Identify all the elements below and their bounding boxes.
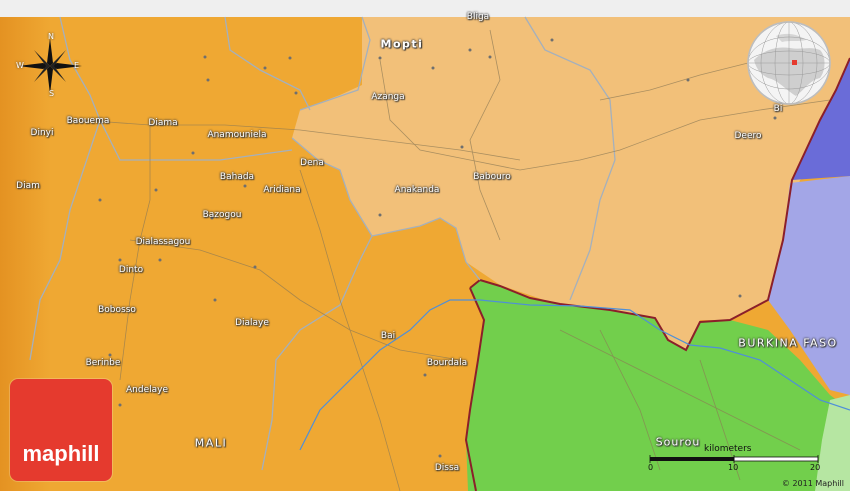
village-dot <box>263 66 267 70</box>
place-label: Bobosso <box>98 305 136 315</box>
village-dot <box>431 66 435 70</box>
place-label: Dinyi <box>30 128 54 138</box>
place-label: Baouema <box>66 116 110 126</box>
top-strip <box>0 0 850 17</box>
place-label: Andelaye <box>126 385 168 395</box>
compass-rose: N S E W <box>14 32 86 98</box>
place-label: Dena <box>300 158 324 168</box>
place-label: Dissa <box>434 463 460 473</box>
village-dot <box>253 265 257 269</box>
village-dot <box>191 151 195 155</box>
village-dot <box>468 48 472 52</box>
place-label: Dinto <box>118 265 144 275</box>
village-dot <box>294 91 298 95</box>
map-view[interactable]: N S E W Bliga Mopti Azanga Bi Deero Diny… <box>0 0 850 491</box>
place-label: Berinbe <box>85 358 121 368</box>
village-dot <box>438 454 442 458</box>
village-dot <box>423 373 427 377</box>
place-label: Aridiana <box>263 185 301 195</box>
village-dot <box>108 353 112 357</box>
place-label: Anakanda <box>394 185 440 195</box>
place-label: Bourdala <box>426 358 468 368</box>
maphill-logo[interactable]: maphill <box>10 379 112 481</box>
village-dot <box>158 258 162 262</box>
compass-n: N <box>48 32 54 41</box>
place-label: Dialaye <box>235 318 269 328</box>
village-dot <box>118 258 122 262</box>
place-label: Bazogou <box>202 210 242 220</box>
village-dot <box>213 298 217 302</box>
village-dot <box>686 78 690 82</box>
village-dot <box>288 56 292 60</box>
village-dot <box>98 198 102 202</box>
scale-tick-20: 20 <box>810 463 821 472</box>
country-label-burkina: BURKINA FASO <box>738 336 838 350</box>
village-dot <box>243 184 247 188</box>
place-label: Dialassagou <box>135 237 191 247</box>
scale-tick-10: 10 <box>728 463 739 472</box>
compass-w: W <box>16 61 24 70</box>
village-dot <box>488 55 492 59</box>
country-label-mali: MALI <box>194 436 228 450</box>
place-label: Deero <box>734 131 762 141</box>
village-dot <box>773 116 777 120</box>
logo-text: maphill <box>22 441 100 466</box>
place-label: Babouro <box>473 172 511 182</box>
copyright-text: © 2011 Maphill <box>781 479 844 488</box>
place-label: Bliga <box>466 12 490 22</box>
village-dot <box>378 56 382 60</box>
place-label: Bahada <box>219 172 255 182</box>
village-dot <box>154 188 158 192</box>
map-canvas <box>0 0 850 491</box>
scale-bar: kilometers 0 10 20 <box>646 444 826 474</box>
village-dot <box>378 213 382 217</box>
scale-tick-0: 0 <box>648 463 654 472</box>
place-label: Diam <box>16 181 40 191</box>
village-dot <box>118 403 122 407</box>
locator-globe <box>746 20 832 106</box>
village-dot <box>206 78 210 82</box>
place-label: Diama <box>148 118 178 128</box>
compass-s: S <box>49 89 55 98</box>
globe-icon <box>747 21 831 105</box>
village-dot <box>738 294 742 298</box>
place-label-major: Mopti <box>380 37 424 51</box>
compass-e: E <box>74 61 80 70</box>
place-label: Bi <box>773 104 783 114</box>
village-dot <box>550 38 554 42</box>
village-dot <box>203 55 207 59</box>
place-label: Azanga <box>371 92 405 102</box>
place-label: Anamouniela <box>207 130 267 140</box>
village-dot <box>460 145 464 149</box>
place-label: Bai <box>380 331 396 341</box>
